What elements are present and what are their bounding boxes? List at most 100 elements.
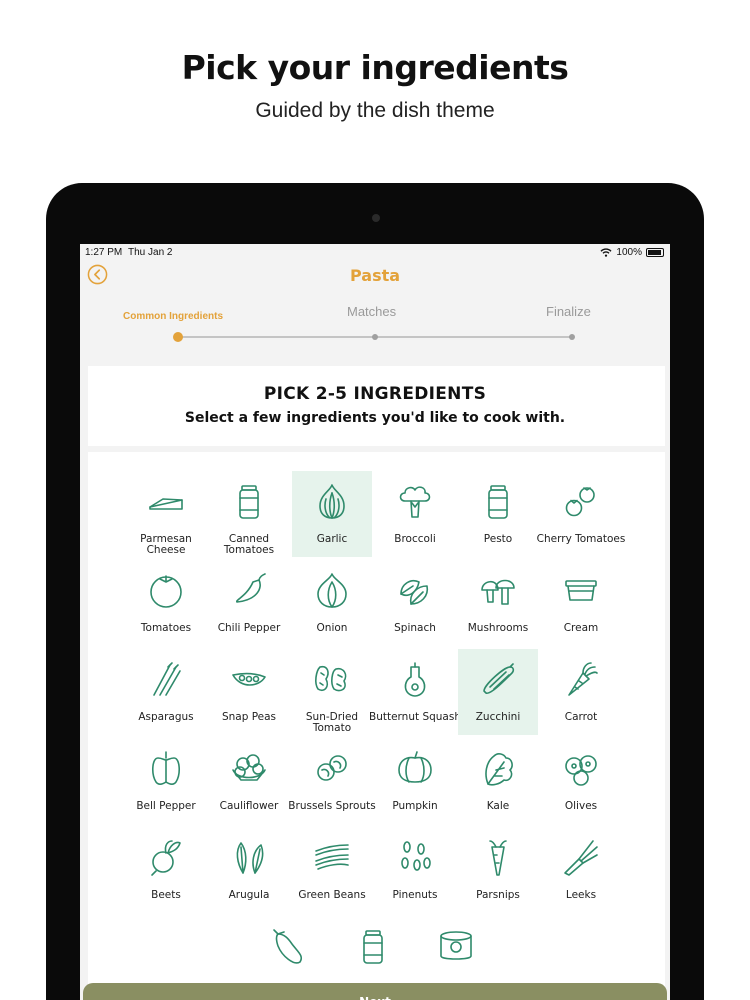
ingredient-label: Beets (151, 889, 181, 901)
ingredient-garlic[interactable]: Garlic (292, 471, 372, 557)
ingredient-label: Cauliflower (219, 800, 279, 812)
cherry-tomatoes-icon (565, 487, 595, 517)
ingredient-butternut-squash[interactable]: Butternut Squash (369, 649, 461, 735)
ingredient-parmesan-cheese[interactable]: Parmesan Cheese (126, 471, 206, 557)
ingredient-label: Cream (563, 622, 599, 634)
ingredient-label: Olives (564, 800, 598, 812)
ingredient-chili-pepper[interactable]: Chili Pepper (209, 560, 289, 646)
ingredient-label: Brussels Sprouts (288, 800, 376, 812)
tomato-icon (150, 575, 182, 608)
parsnip-icon (489, 840, 507, 876)
instruction-card (88, 366, 665, 446)
promo-subtitle: Guided by the dish theme (255, 99, 495, 122)
ingredient-label: Snap Peas (221, 711, 277, 723)
ingredient-parsnips[interactable]: Parsnips (458, 827, 538, 913)
cauliflower-icon (232, 754, 266, 781)
ingredient-label: Chili Pepper (217, 622, 281, 634)
ingredient-spinach[interactable]: Spinach (375, 560, 455, 646)
brussels-sprouts-icon (317, 755, 347, 781)
step-finalize[interactable]: Finalize (546, 304, 591, 319)
ingredient-bell-pepper[interactable]: Bell Pepper (126, 738, 206, 824)
battery-percent: 100% (616, 247, 642, 258)
ingredient-brussels-sprouts[interactable]: Brussels Sprouts (288, 738, 376, 824)
ingredient-pinenuts[interactable]: Pinenuts (375, 827, 455, 913)
ingredient-snap-peas[interactable]: Snap Peas (209, 649, 289, 735)
eggplant-icon (273, 929, 303, 964)
asparagus-icon (153, 662, 181, 696)
jar-icon (239, 485, 259, 519)
pine-nuts-icon (401, 841, 431, 871)
ingredient-pumpkin[interactable]: Pumpkin (375, 738, 455, 824)
ingredient-tomatoes[interactable]: Tomatoes (126, 560, 206, 646)
ingredient-broccoli[interactable]: Broccoli (375, 471, 455, 557)
ingredient-onion[interactable]: Onion (292, 560, 372, 646)
ingredient-kale[interactable]: Kale (458, 738, 538, 824)
ingredient-carrot[interactable]: Carrot (541, 649, 621, 735)
arugula-icon (236, 842, 264, 874)
ingredient-label: Garlic (316, 533, 348, 545)
ingredient-pesto[interactable]: Pesto (458, 471, 538, 557)
pick-title: PICK 2-5 INGREDIENTS (263, 384, 487, 404)
wifi-icon (600, 248, 612, 257)
nav-title: Pasta (349, 266, 401, 285)
step-common-ingredients[interactable]: Common Ingredients (123, 311, 223, 322)
broccoli-icon (399, 486, 431, 518)
promo-title: Pick your ingredients (181, 48, 569, 87)
chili-pepper-icon (236, 573, 266, 603)
ingredient-label: Zucchini (475, 711, 521, 723)
spinach-icon (400, 579, 429, 605)
pumpkin-icon (398, 751, 432, 783)
step-matches[interactable]: Matches (347, 304, 396, 319)
ingredient-label: Bell Pepper (136, 800, 196, 812)
ingredient-label: Butternut Squash (369, 711, 461, 723)
ingredient-cherry-tomatoes[interactable]: Cherry Tomatoes (537, 471, 625, 557)
beet-icon (151, 840, 181, 876)
ingredient-sun-dried-tomato[interactable]: Sun-Dried Tomato (292, 649, 372, 735)
ingredient-label: Spinach (394, 622, 436, 634)
squash-icon (404, 662, 426, 697)
olives-icon (565, 755, 597, 786)
ingredient-cream[interactable]: Cream (541, 560, 621, 646)
ingredient-label: Canned Tomatoes (223, 533, 275, 556)
jar-icon (488, 485, 508, 519)
ingredient-label: Pumpkin (392, 800, 438, 812)
next-button[interactable]: Next (83, 983, 667, 1000)
status-time: 1:27 PM (85, 247, 123, 258)
ingredient-label: Green Beans (298, 889, 366, 901)
pea-pod-icon (232, 672, 266, 686)
ingredient-cauliflower[interactable]: Cauliflower (209, 738, 289, 824)
green-beans-icon (315, 844, 349, 870)
step-dot-matches (372, 334, 378, 340)
ingredient-leeks[interactable]: Leeks (541, 827, 621, 913)
camera-icon (372, 214, 380, 222)
onion-icon (317, 573, 347, 608)
ingredient-canned-tomatoes[interactable]: Canned Tomatoes (209, 471, 289, 557)
step-dot-current (173, 332, 183, 342)
ingredient-beets[interactable]: Beets (126, 827, 206, 913)
ingredient-label: Pesto (483, 533, 513, 545)
ingredient-label: Broccoli (394, 533, 436, 545)
carrot-icon (568, 662, 598, 696)
ingredient-label: Asparagus (138, 711, 194, 723)
garlic-icon (319, 484, 345, 519)
ingredient-asparagus[interactable]: Asparagus (126, 649, 206, 735)
ingredient-label: Parmesan Cheese (140, 533, 192, 556)
ingredient-label: Sun-Dried Tomato (305, 711, 359, 734)
ingredient-green-beans[interactable]: Green Beans (292, 827, 372, 913)
ingredient-olives[interactable]: Olives (541, 738, 621, 824)
ingredient-label: Leeks (565, 889, 597, 901)
ingredient-label: Cherry Tomatoes (536, 533, 626, 545)
ingredient-mushrooms[interactable]: Mushrooms (458, 560, 538, 646)
ingredient-label: Arugula (228, 889, 270, 901)
ingredient-label: Carrot (564, 711, 598, 723)
ingredient-label: Onion (316, 622, 348, 634)
ingredient-label: Parsnips (476, 889, 520, 901)
status-right: 100% (600, 247, 664, 258)
ingredient-label: Kale (486, 800, 510, 812)
ingredient-zucchini[interactable]: Zucchini (458, 649, 538, 735)
app-screen: 1:27 PM Thu Jan 2 100% Pasta Common Ingr… (80, 244, 670, 1000)
ingredient-arugula[interactable]: Arugula (209, 827, 289, 913)
leek-icon (564, 840, 598, 876)
cheese-wedge-icon (149, 498, 183, 510)
mushroom-icon (481, 579, 515, 605)
